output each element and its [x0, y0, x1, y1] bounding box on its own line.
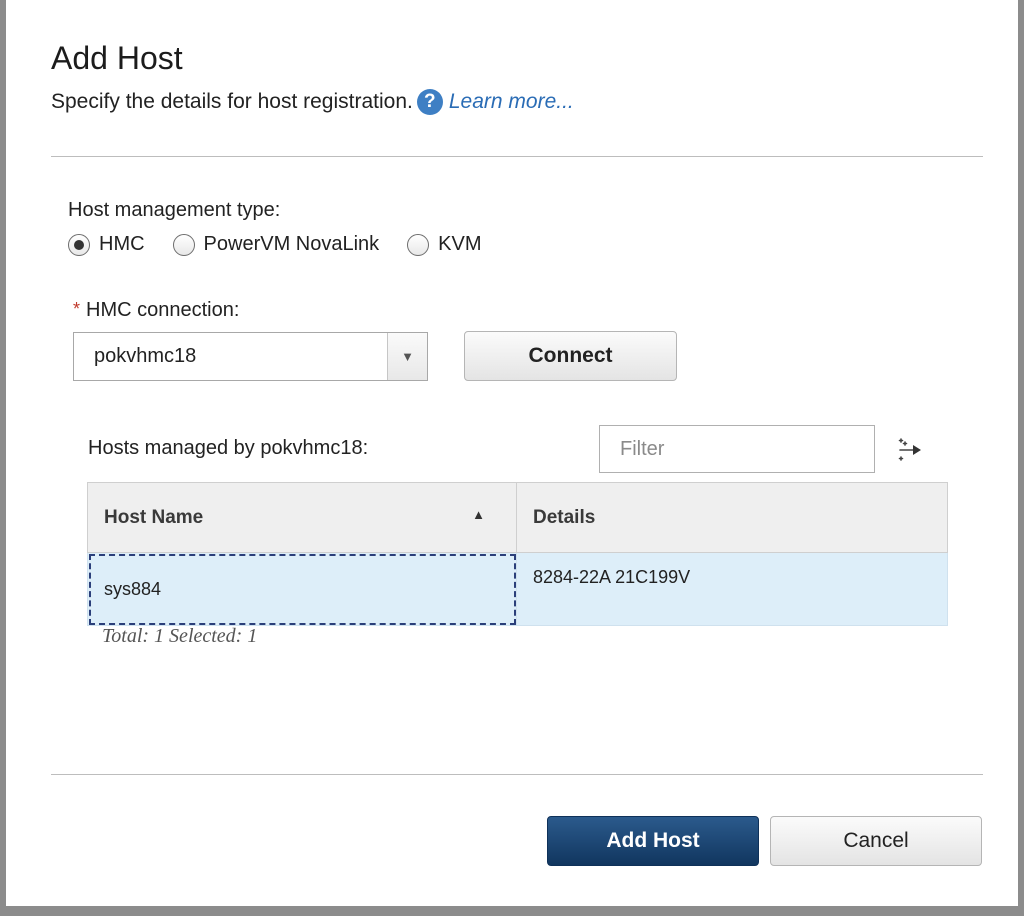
table-header-row: Host Name ▲ Details [87, 482, 948, 553]
dialog-subtitle: Specify the details for host registratio… [51, 89, 574, 115]
hmc-connection-label: * HMC connection: [73, 299, 239, 322]
radio-button-kvm[interactable] [407, 233, 430, 256]
radio-label-kvm: KVM [438, 233, 482, 255]
hmc-connection-label-text: HMC connection: [86, 299, 240, 321]
help-icon[interactable]: ? [416, 89, 443, 115]
column-header-details[interactable]: Details [516, 482, 948, 553]
column-header-host-name-label: Host Name [104, 506, 204, 528]
cell-details[interactable]: 8284-22A 21C199V [516, 552, 948, 626]
column-header-host-name[interactable]: Host Name ▲ [87, 482, 517, 553]
table-row[interactable]: sys884 8284-22A 21C199V [87, 552, 948, 626]
hmc-connection-select[interactable]: pokvhmc18 ▼ [73, 332, 428, 381]
learn-more-link[interactable]: Learn more... [449, 90, 574, 114]
cancel-button[interactable]: Cancel [770, 816, 982, 866]
connect-button[interactable]: Connect [464, 331, 677, 381]
radio-button-hmc[interactable] [68, 233, 90, 256]
filter-input[interactable] [599, 425, 875, 473]
table-summary: Total: 1 Selected: 1 [102, 625, 258, 647]
radio-label-hmc: HMC [99, 233, 145, 255]
sort-ascending-icon[interactable]: ▲ [472, 507, 485, 522]
footer-divider [51, 774, 983, 775]
add-host-button[interactable]: Add Host [547, 816, 759, 866]
cell-host-name[interactable]: sys884 [87, 552, 517, 626]
radio-option-kvm[interactable]: KVM [407, 233, 482, 256]
add-host-dialog: Add Host Specify the details for host re… [0, 0, 1024, 916]
chevron-down-icon[interactable]: ▼ [387, 333, 427, 380]
hosts-managed-label: Hosts managed by pokvhmc18: [88, 437, 369, 459]
host-management-type-label: Host management type: [68, 199, 281, 221]
radio-label-powervm-novalink: PowerVM NovaLink [203, 233, 380, 255]
radio-option-powervm-novalink[interactable]: PowerVM NovaLink [172, 233, 380, 256]
hmc-connection-value: pokvhmc18 [94, 345, 197, 367]
radio-selected-dot [74, 239, 84, 250]
header-divider [51, 156, 983, 157]
radio-button-powervm-novalink[interactable] [172, 233, 195, 256]
host-management-type-radio-group: HMC PowerVM NovaLink KVM [68, 233, 510, 256]
radio-option-hmc[interactable]: HMC [68, 233, 145, 256]
filter-toggle-icon[interactable] [895, 434, 925, 464]
hosts-table: Host Name ▲ Details sys884 8284-22A 21C1… [87, 482, 948, 626]
subtitle-text: Specify the details for host registratio… [51, 90, 413, 113]
required-marker: * [73, 299, 81, 319]
dialog-title: Add Host [51, 40, 183, 76]
